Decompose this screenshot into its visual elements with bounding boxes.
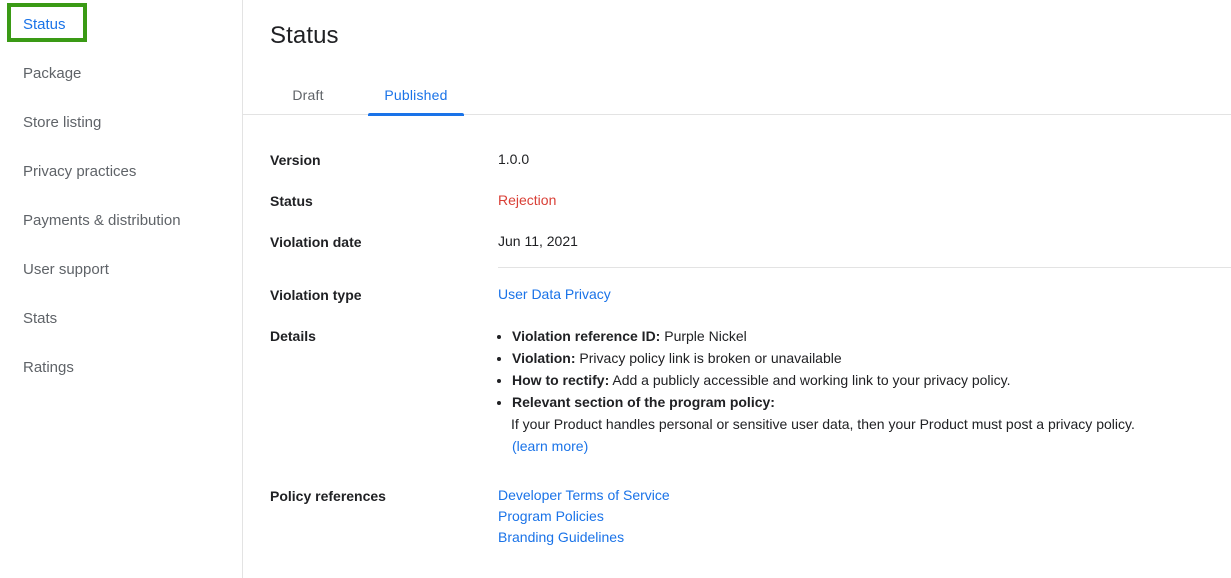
sidebar-item-label: Package [23, 65, 82, 82]
sidebar-item-privacy-practices[interactable]: Privacy practices [0, 147, 242, 196]
sidebar-item-label: Privacy practices [23, 163, 137, 180]
main-content: Status Draft Published Version 1.0.0 Sta… [243, 0, 1231, 578]
tab-draft[interactable]: Draft [270, 74, 346, 115]
tab-label: Draft [292, 86, 324, 103]
sidebar-item-status[interactable]: Status [0, 0, 242, 49]
row-violation-type: Violation type User Data Privacy [270, 284, 1231, 305]
details-panel: Version 1.0.0 Status Rejection Violation… [243, 115, 1231, 548]
sidebar-item-ratings[interactable]: Ratings [0, 343, 242, 392]
policy-link-branding-guidelines[interactable]: Branding Guidelines [498, 527, 1231, 548]
sidebar-item-label: User support [23, 261, 109, 278]
tab-label: Published [384, 86, 448, 103]
sidebar-item-user-support[interactable]: User support [0, 245, 242, 294]
sidebar-item-store-listing[interactable]: Store listing [0, 98, 242, 147]
row-violation-date: Violation date Jun 11, 2021 [270, 231, 1231, 252]
sidebar-item-stats[interactable]: Stats [0, 294, 242, 343]
violation-type-value-wrap: User Data Privacy [498, 284, 1231, 304]
violation-type-link[interactable]: User Data Privacy [498, 286, 611, 302]
sidebar-item-label: Ratings [23, 359, 74, 376]
list-item: Violation: Privacy policy link is broken… [512, 347, 1231, 369]
sidebar-item-label: Store listing [23, 114, 102, 131]
sidebar-item-label: Status [23, 16, 66, 33]
details-label: Details [270, 328, 316, 344]
bullet-term: Violation reference ID: [512, 328, 661, 344]
bullet-term: Violation: [512, 350, 576, 366]
status-label: Status [270, 193, 313, 209]
divider-spacer [270, 268, 1231, 284]
tab-published[interactable]: Published [368, 74, 464, 116]
details-learn-more-wrap: (learn more) [512, 435, 1231, 457]
version-label: Version [270, 152, 321, 168]
bullet-term: Relevant section of the program policy: [512, 394, 775, 410]
policy-references-list: Developer Terms of Service Program Polic… [498, 485, 1231, 548]
sidebar-item-payments-distribution[interactable]: Payments & distribution [0, 196, 242, 245]
row-details: Details Violation reference ID: Purple N… [270, 325, 1231, 457]
list-item: Violation reference ID: Purple Nickel [512, 325, 1231, 347]
sidebar-item-package[interactable]: Package [0, 49, 242, 98]
bullet-text: Add a publicly accessible and working li… [609, 372, 1011, 388]
policy-references-label: Policy references [270, 488, 386, 504]
bullet-text: Purple Nickel [660, 328, 747, 344]
learn-more-link[interactable]: (learn more) [512, 438, 588, 454]
tab-bar: Draft Published [243, 74, 1231, 116]
sidebar-item-label: Payments & distribution [23, 212, 181, 229]
row-version: Version 1.0.0 [270, 149, 1231, 170]
details-subtext: If your Product handles personal or sens… [511, 416, 1135, 432]
app-root: Status Package Store listing Privacy pra… [0, 0, 1231, 578]
sidebar: Status Package Store listing Privacy pra… [0, 0, 243, 578]
row-status: Status Rejection [270, 190, 1231, 211]
version-value: 1.0.0 [498, 151, 530, 167]
policy-link-program-policies[interactable]: Program Policies [498, 506, 1231, 527]
details-bullet-list: Violation reference ID: Purple Nickel Vi… [498, 325, 1231, 457]
row-policy-references: Policy references Developer Terms of Ser… [270, 485, 1231, 548]
violation-date-value: Jun 11, 2021 [498, 233, 578, 249]
violation-type-label: Violation type [270, 287, 362, 303]
violation-date-label: Violation date [270, 234, 362, 250]
list-item: Relevant section of the program policy: … [511, 391, 1231, 457]
status-badge: Rejection [498, 192, 557, 208]
policy-link-developer-terms-of-service[interactable]: Developer Terms of Service [498, 485, 1231, 506]
details-value: Violation reference ID: Purple Nickel Vi… [498, 325, 1231, 457]
sidebar-nav-list: Status Package Store listing Privacy pra… [0, 0, 242, 392]
sidebar-item-label: Stats [23, 310, 58, 327]
page-title: Status [270, 22, 339, 49]
list-item: How to rectify: Add a publicly accessibl… [512, 369, 1231, 391]
bullet-text: Privacy policy link is broken or unavail… [575, 350, 842, 366]
bullet-term: How to rectify: [512, 372, 610, 388]
